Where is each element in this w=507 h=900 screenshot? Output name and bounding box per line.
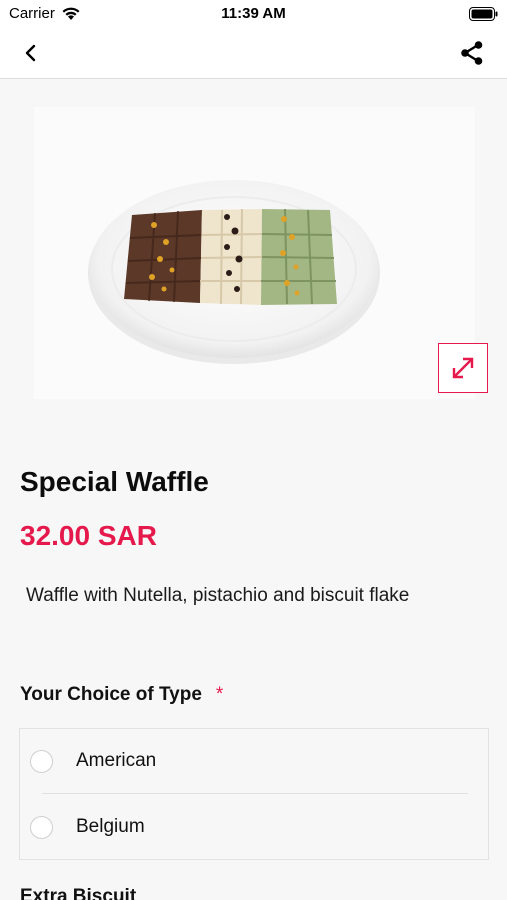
option-american[interactable]: American xyxy=(20,729,488,793)
chevron-left-icon xyxy=(25,44,36,62)
expand-image-button[interactable] xyxy=(438,343,488,393)
option-label: American xyxy=(76,750,157,771)
product-price: 32.00 SAR xyxy=(20,520,157,551)
status-bar: Carrier 11:39 AM xyxy=(0,0,507,28)
navigation-bar xyxy=(0,28,507,79)
status-time: 11:39 AM xyxy=(221,5,286,22)
product-title: Special Waffle xyxy=(20,466,209,497)
product-image xyxy=(34,107,475,399)
back-button[interactable] xyxy=(18,40,44,66)
type-options-group: American Belgium xyxy=(19,728,489,860)
expand-icon xyxy=(452,357,474,379)
extra-biscuit-section-title: Extra Biscuit xyxy=(20,886,137,900)
option-label: Belgium xyxy=(76,816,145,837)
radio-button[interactable] xyxy=(30,815,53,839)
radio-button[interactable] xyxy=(30,749,53,773)
waffle-plate-illustration xyxy=(88,180,380,364)
battery-icon xyxy=(469,7,498,21)
share-button[interactable] xyxy=(457,38,487,68)
type-section-title: Your Choice of Type * xyxy=(20,684,223,706)
required-marker: * xyxy=(215,684,224,705)
type-section-label: Your Choice of Type xyxy=(20,684,202,705)
product-description: Waffle with Nutella, pistachio and biscu… xyxy=(26,585,410,606)
share-icon xyxy=(461,41,483,65)
option-belgium[interactable]: Belgium xyxy=(20,795,488,859)
option-divider xyxy=(42,793,468,794)
